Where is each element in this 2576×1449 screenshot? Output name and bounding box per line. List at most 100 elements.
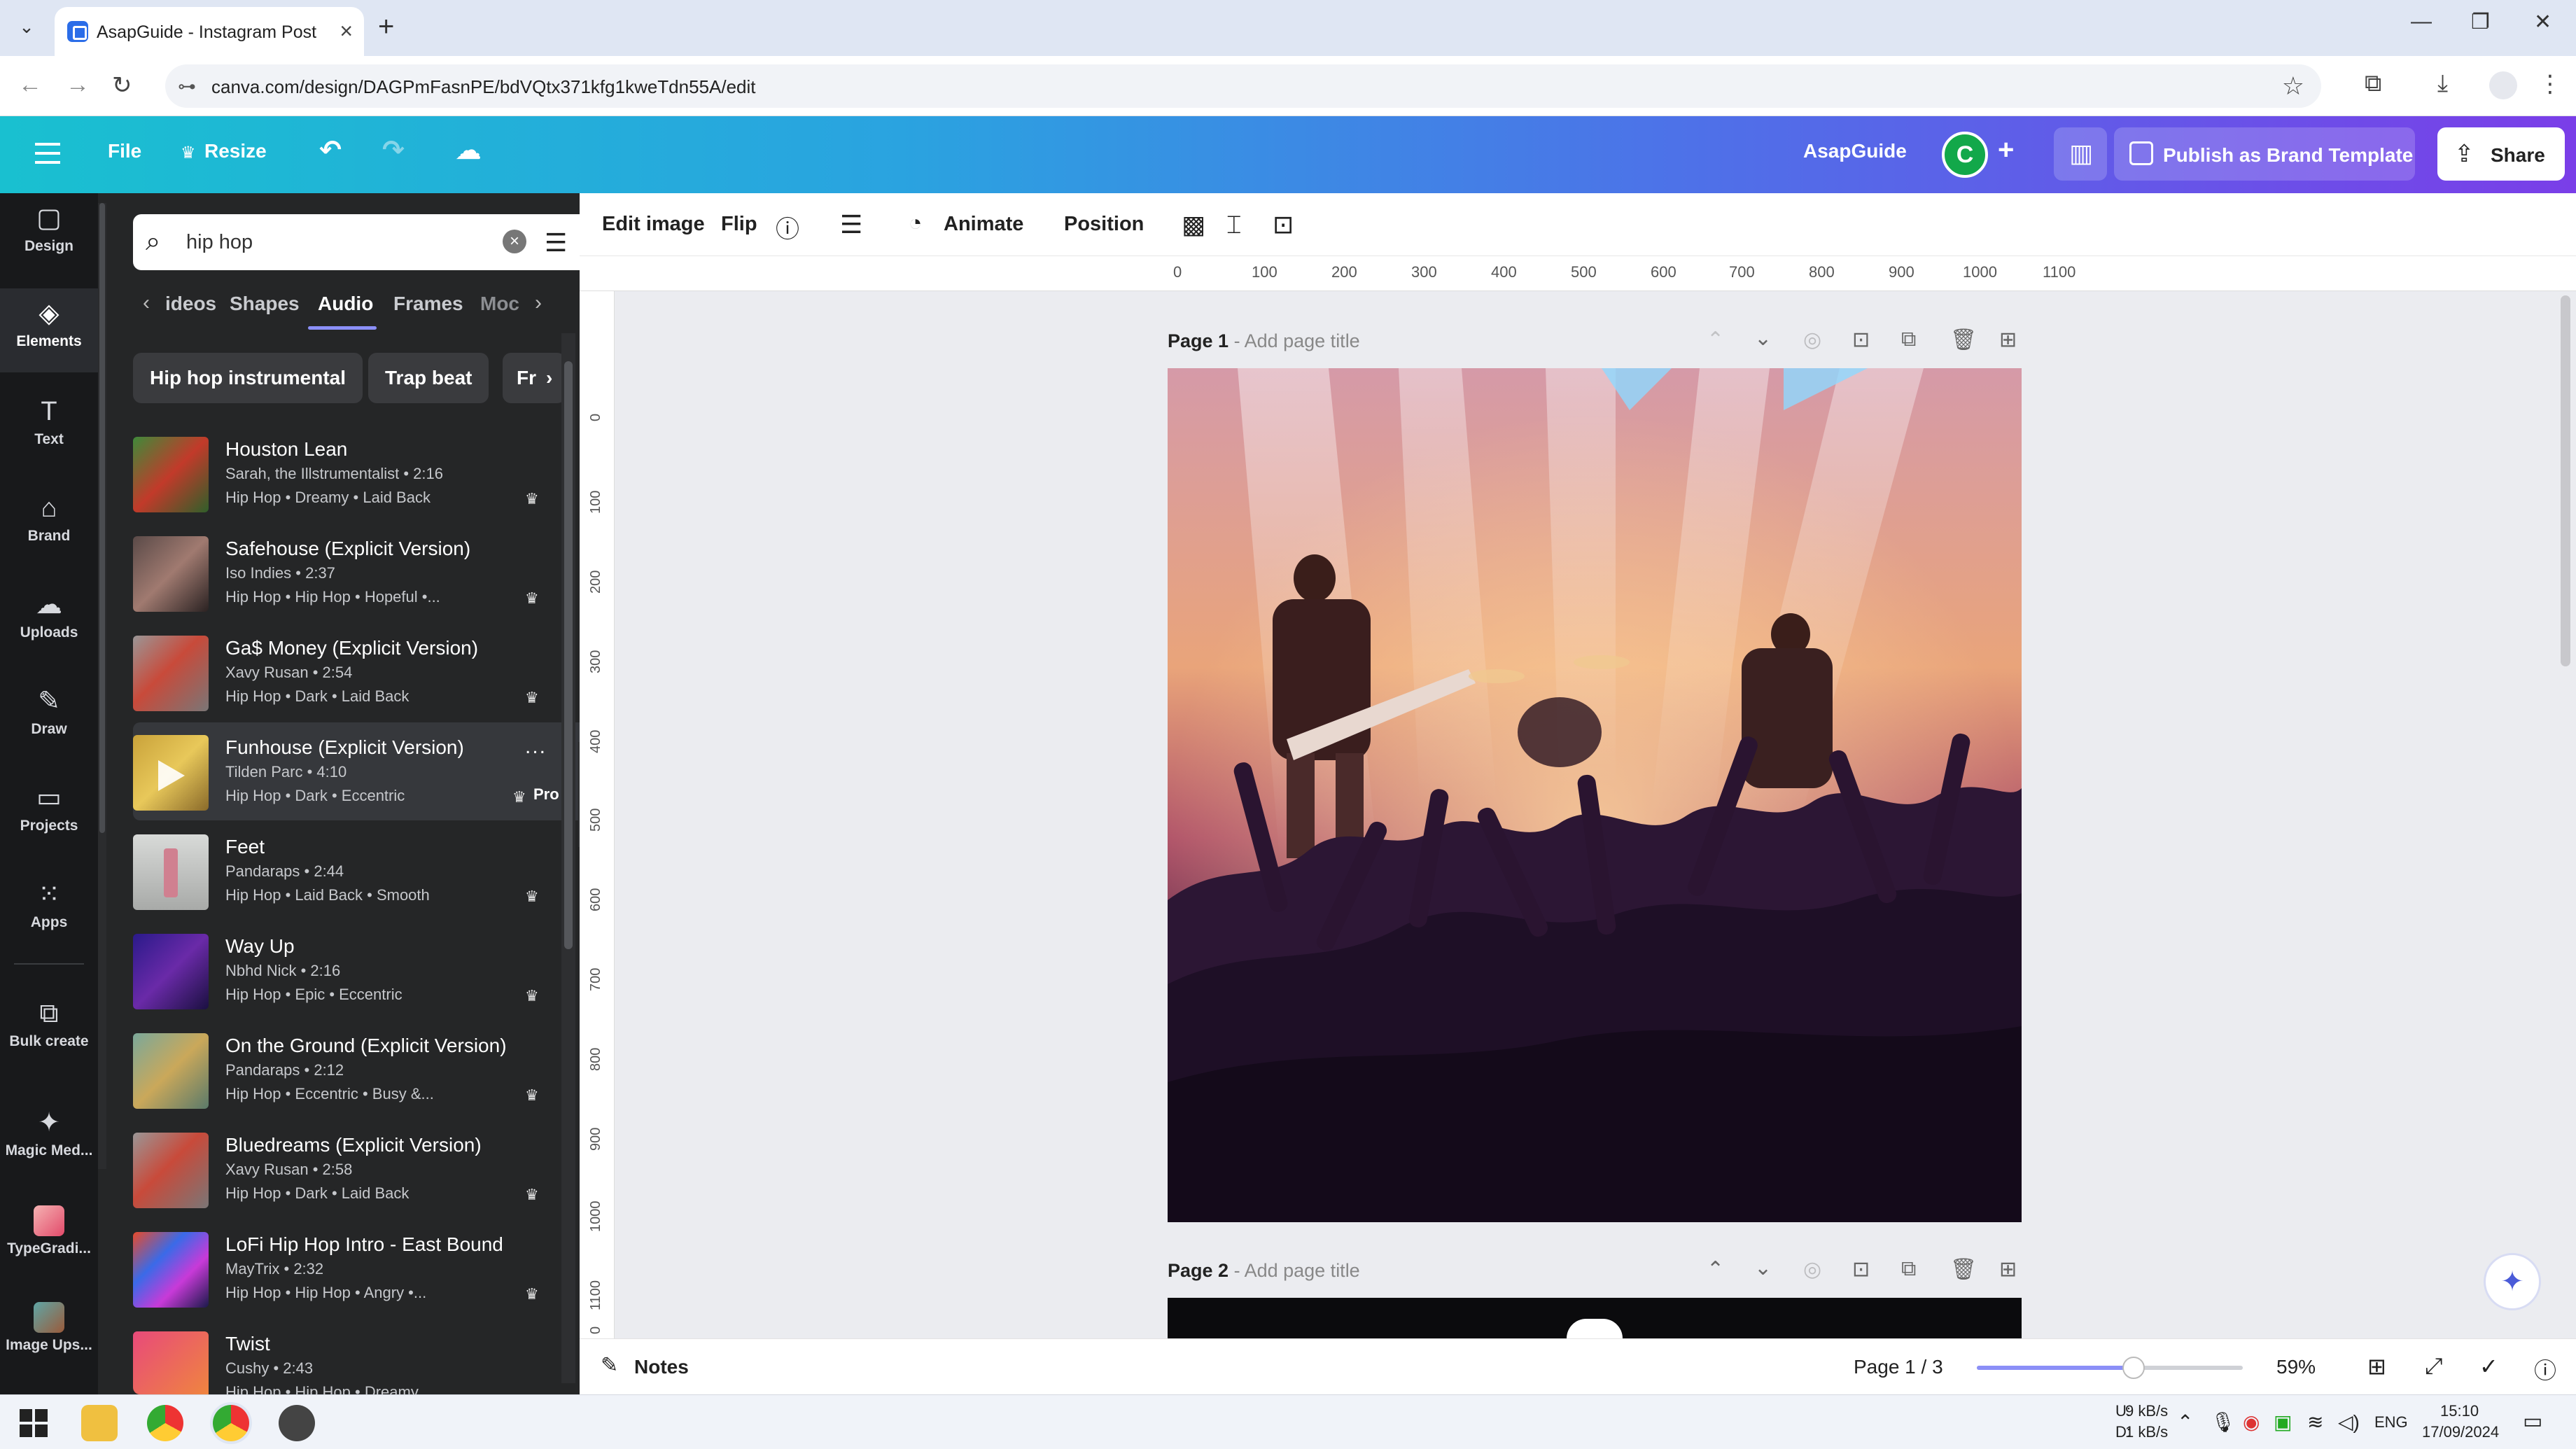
app-tray-icon[interactable]: ▣: [2274, 1410, 2292, 1434]
zoom-percent[interactable]: 59%: [2276, 1356, 2316, 1378]
tab-close-icon[interactable]: ×: [340, 18, 353, 44]
audio-track-hovered[interactable]: Funhouse (Explicit Version) Tilden Parc …: [133, 722, 630, 820]
rail-scrollbar-thumb[interactable]: [99, 203, 105, 833]
url-text[interactable]: canva.com/design/DAGPmFasnPE/bdVQtx371kf…: [211, 76, 756, 98]
hide-page-icon[interactable]: ◎: [1803, 1257, 1821, 1282]
rail-item-design[interactable]: ▢ Design: [0, 193, 98, 277]
panel-scrollbar[interactable]: [561, 333, 575, 1383]
rail-item-uploads[interactable]: ☁ Uploads: [0, 580, 98, 664]
resize-button[interactable]: Resize: [204, 140, 267, 162]
page-2-canvas[interactable]: [1168, 1298, 2022, 1338]
audio-track[interactable]: On the Ground (Explicit Version) Pandara…: [133, 1021, 630, 1119]
delete-page-icon[interactable]: 🗑: [1950, 1257, 1977, 1282]
share-button[interactable]: ⇪ Share: [2437, 127, 2565, 181]
move-page-up-icon[interactable]: ⌃: [1707, 328, 1724, 352]
rail-item-apps[interactable]: ⁙ Apps: [0, 869, 98, 953]
chips-scroll-right-icon[interactable]: ›: [546, 353, 552, 403]
check-icon[interactable]: ✓: [2479, 1353, 2498, 1380]
volume-icon[interactable]: ◁): [2338, 1410, 2360, 1434]
bookmark-star-icon[interactable]: ☆: [2282, 71, 2304, 101]
window-close-icon[interactable]: ✕: [2534, 10, 2552, 34]
audio-track[interactable]: Way Up Nbhd Nick • 2:16 Hip Hop • Epic •…: [133, 921, 630, 1019]
forward-icon[interactable]: →: [66, 71, 90, 99]
add-collaborator-icon[interactable]: +: [1998, 134, 2014, 166]
add-page-icon[interactable]: ⊞: [1999, 328, 2017, 352]
audio-track[interactable]: Bluedreams (Explicit Version) Xavy Rusan…: [133, 1120, 630, 1218]
tab-videos[interactable]: ideos: [165, 293, 216, 315]
undo-icon[interactable]: ↶: [319, 134, 342, 166]
minimize-icon[interactable]: —: [2411, 10, 2432, 34]
chrome-icon[interactable]: [147, 1405, 183, 1441]
grid-view-icon[interactable]: ⊞: [2367, 1353, 2386, 1380]
main-menu-icon[interactable]: [35, 143, 60, 164]
rail-item-bulk-create[interactable]: ⧉ Bulk create: [0, 988, 98, 1072]
windows-start-icon[interactable]: [15, 1405, 52, 1441]
audio-track[interactable]: Twist Cushy • 2:43 Hip Hop • Hip Hop • D…: [133, 1319, 630, 1394]
audio-track[interactable]: LoFi Hip Hop Intro - East Bound MayTrix …: [133, 1219, 630, 1317]
border-style-icon[interactable]: ☰: [840, 210, 862, 239]
zoom-slider[interactable]: [1977, 1357, 2243, 1379]
page-indicator[interactable]: Page 1 / 3: [1854, 1356, 1943, 1378]
page-2-title-placeholder[interactable]: Add page title: [1245, 1260, 1360, 1281]
canva-assistant-sparkle-icon[interactable]: ✦: [2484, 1253, 2541, 1310]
tray-chevron-icon[interactable]: ⌃: [2177, 1410, 2193, 1434]
notifications-icon[interactable]: ▭: [2523, 1409, 2542, 1434]
chip-hip-hop-instrumental[interactable]: Hip hop instrumental: [133, 353, 363, 403]
edit-image-button[interactable]: Edit image: [602, 213, 705, 236]
site-info-icon[interactable]: ⊶: [178, 76, 197, 97]
filter-icon[interactable]: ☰: [545, 228, 567, 258]
flip-button[interactable]: Flip: [721, 213, 757, 236]
tabs-scroll-right-icon[interactable]: ›: [535, 291, 542, 315]
redo-icon[interactable]: ↷: [382, 134, 405, 166]
profile-avatar[interactable]: [2489, 71, 2517, 99]
rail-item-elements[interactable]: ◈ Elements: [0, 288, 98, 372]
zoom-slider-handle[interactable]: [2122, 1357, 2146, 1379]
search-input[interactable]: ⌕ hip hop × ☰: [133, 214, 655, 270]
publish-brand-template-button[interactable]: Publish as Brand Template: [2114, 127, 2415, 181]
record-icon[interactable]: ◉: [2243, 1410, 2260, 1434]
fullscreen-icon[interactable]: ⤢: [2425, 1353, 2443, 1380]
tab-shapes[interactable]: Shapes: [230, 293, 300, 315]
page-1-canvas[interactable]: [1168, 368, 2022, 1222]
microphone-icon[interactable]: 🎙: [2211, 1410, 2236, 1434]
rail-item-typegradient[interactable]: TypeGradi...: [0, 1196, 98, 1280]
rail-item-draw[interactable]: ✎ Draw: [0, 676, 98, 760]
file-explorer-icon[interactable]: [81, 1405, 118, 1441]
panel-scrollbar-thumb[interactable]: [564, 361, 573, 949]
reload-icon[interactable]: ↻: [112, 71, 132, 99]
hide-page-icon[interactable]: ◎: [1803, 328, 1821, 352]
restore-icon[interactable]: ❐: [2471, 10, 2490, 34]
move-page-down-icon[interactable]: ⌄: [1754, 1256, 1772, 1280]
rail-item-projects[interactable]: ▭ Projects: [0, 773, 98, 857]
download-icon[interactable]: ⤓: [2437, 70, 2448, 97]
file-menu[interactable]: File: [108, 140, 141, 162]
input-language[interactable]: ENG: [2374, 1413, 2408, 1432]
animate-button[interactable]: Animate: [944, 213, 1023, 236]
cloud-save-icon[interactable]: ☁: [455, 134, 482, 166]
tab-mockups[interactable]: Moc: [480, 293, 519, 315]
add-page-icon[interactable]: ⊞: [1999, 1257, 2017, 1282]
page-1-title-placeholder[interactable]: Add page title: [1245, 330, 1360, 351]
duplicate-page-icon[interactable]: ⧉: [1901, 328, 1916, 351]
wifi-icon[interactable]: ≋: [2307, 1410, 2323, 1434]
chrome-active-icon[interactable]: [213, 1405, 249, 1441]
new-tab-button[interactable]: +: [378, 11, 394, 43]
tab-frames[interactable]: Frames: [393, 293, 463, 315]
chip-partial[interactable]: Fr ›: [503, 353, 566, 403]
tab-audio[interactable]: Audio: [318, 293, 373, 315]
search-value[interactable]: hip hop: [186, 231, 253, 254]
help-icon[interactable]: ⓘ: [2534, 1353, 2556, 1385]
rail-item-brand[interactable]: ⌂ Brand: [0, 483, 98, 567]
audio-track[interactable]: Ga$ Money (Explicit Version) Xavy Rusan …: [133, 623, 630, 721]
audio-track[interactable]: Houston Lean Sarah, the Illstrumentalist…: [133, 424, 630, 522]
clock-date[interactable]: 17/09/2024: [2422, 1423, 2499, 1441]
chip-trap-beat[interactable]: Trap beat: [368, 353, 489, 403]
obs-icon[interactable]: [279, 1405, 315, 1441]
back-icon[interactable]: ←: [18, 71, 42, 99]
notes-icon[interactable]: ✎: [601, 1353, 618, 1378]
user-avatar[interactable]: C: [1942, 132, 1988, 178]
audio-track[interactable]: Safehouse (Explicit Version) Iso Indies …: [133, 524, 630, 622]
position-button[interactable]: Position: [1064, 213, 1144, 236]
rail-item-magic-media[interactable]: ✦ Magic Med...: [0, 1098, 98, 1182]
tab-list-button[interactable]: ⌄: [13, 13, 41, 41]
